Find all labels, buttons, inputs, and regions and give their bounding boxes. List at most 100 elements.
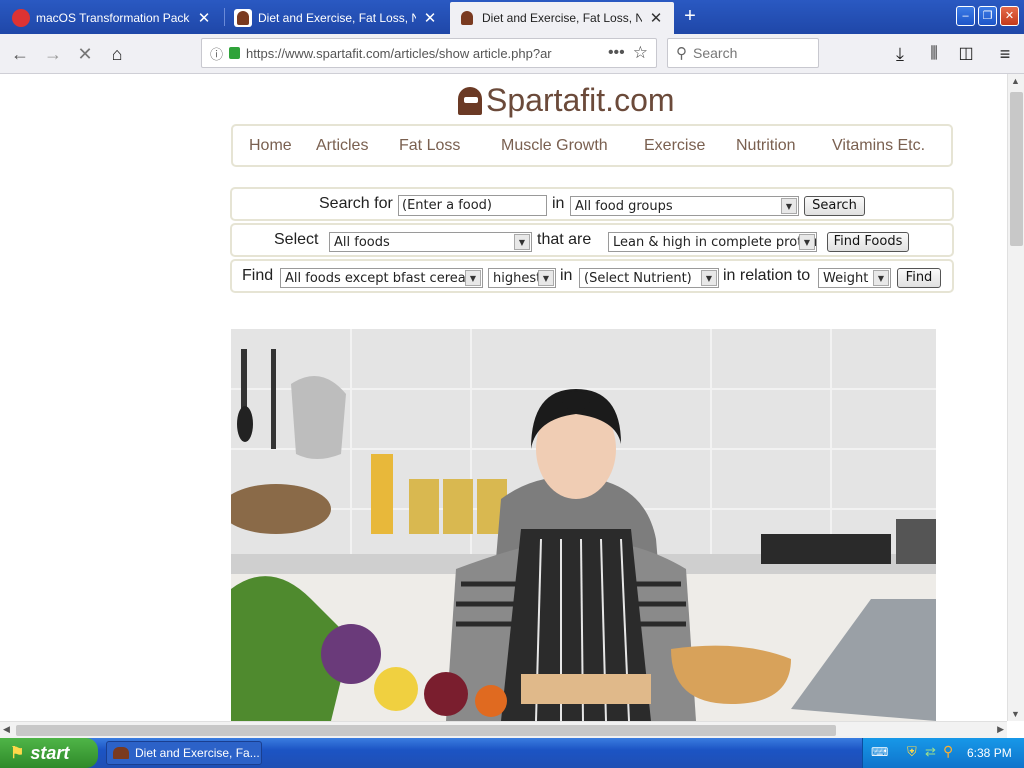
address-bar[interactable]: ⓘ https://www.spartafit.com/articles/sho… bbox=[201, 38, 657, 68]
scroll-left-icon[interactable]: ◀ bbox=[3, 724, 10, 735]
criteria-select[interactable]: Lean & high in complete protein ▼ bbox=[608, 232, 817, 252]
sidebar-icon[interactable]: ◫ bbox=[952, 40, 980, 68]
menu-muscle-growth[interactable]: Muscle Growth bbox=[501, 137, 608, 155]
windows-flag-icon: ⚑ bbox=[10, 745, 25, 762]
search-button[interactable]: Search bbox=[804, 196, 865, 216]
close-icon[interactable]: ✕ bbox=[420, 9, 440, 27]
spartan-helmet-icon bbox=[234, 9, 252, 27]
security-shield-icon[interactable]: ⛨ bbox=[907, 744, 917, 760]
food-search-form: Search for (Enter a food) in All food gr… bbox=[230, 187, 954, 221]
stop-icon[interactable]: ✕ bbox=[71, 40, 99, 68]
tab-title: Diet and Exercise, Fat Loss, Nutrit bbox=[258, 11, 416, 25]
keyboard-icon[interactable]: ⌨ bbox=[871, 745, 888, 759]
scroll-up-icon[interactable]: ▲ bbox=[1011, 76, 1020, 86]
chevron-down-icon: ▼ bbox=[514, 234, 530, 250]
select-label: Select bbox=[274, 231, 319, 248]
download-icon[interactable]: ⤓ bbox=[886, 40, 914, 68]
tab-separator bbox=[224, 8, 225, 26]
maximize-button[interactable]: ❐ bbox=[978, 6, 997, 26]
chevron-down-icon: ▼ bbox=[781, 198, 797, 214]
scope-select[interactable]: All foods except bfast cereals ▼ bbox=[280, 268, 483, 288]
find-label: Find bbox=[242, 267, 274, 284]
chevron-down-icon: ▼ bbox=[538, 270, 554, 286]
network-icon[interactable]: ⇄ bbox=[925, 744, 936, 760]
library-icon[interactable]: ⫼ bbox=[920, 40, 948, 68]
tab-spartafit-1[interactable]: Diet and Exercise, Fat Loss, Nutrit ✕ bbox=[226, 2, 448, 34]
spartan-helmet-icon bbox=[113, 747, 129, 759]
spartan-helmet-icon bbox=[458, 86, 482, 115]
bookmark-star-icon[interactable]: ☆ bbox=[633, 43, 648, 63]
tab-spartafit-active[interactable]: Diet and Exercise, Fat Loss, Nutrit ✕ bbox=[450, 2, 674, 34]
select-value: All food groups bbox=[575, 199, 673, 214]
taskbar-item-label: Diet and Exercise, Fa... bbox=[135, 746, 260, 760]
menu-fat-loss[interactable]: Fat Loss bbox=[399, 137, 460, 155]
new-tab-button[interactable]: + bbox=[676, 4, 704, 30]
hero-image bbox=[231, 329, 936, 721]
search-placeholder: Search bbox=[693, 45, 738, 61]
menu-exercise[interactable]: Exercise bbox=[644, 137, 705, 155]
start-label: start bbox=[30, 742, 70, 763]
select-value: highest bbox=[493, 271, 542, 286]
menu-icon[interactable]: ≡ bbox=[991, 40, 1019, 68]
select-value: (Select Nutrient) bbox=[584, 271, 692, 286]
close-icon[interactable]: ✕ bbox=[646, 9, 666, 27]
find-foods-button[interactable]: Find Foods bbox=[827, 232, 909, 252]
chevron-down-icon: ▼ bbox=[465, 270, 481, 286]
page-actions-icon[interactable]: ••• bbox=[608, 44, 625, 62]
red-app-icon bbox=[12, 9, 30, 27]
vertical-scrollbar[interactable]: ▲ ▼ bbox=[1007, 74, 1024, 721]
horizontal-scroll-thumb[interactable] bbox=[16, 725, 836, 736]
search-for-label: Search for bbox=[319, 195, 393, 212]
search-tray-icon[interactable]: ⚲ bbox=[943, 743, 953, 760]
scroll-right-icon[interactable]: ▶ bbox=[997, 724, 1004, 735]
basis-select[interactable]: Weight ▼ bbox=[818, 268, 891, 288]
main-menu: Home Articles Fat Loss Muscle Growth Exe… bbox=[231, 124, 953, 167]
select-value: All foods bbox=[334, 235, 390, 250]
logo-text: Spartafit.com bbox=[486, 82, 675, 118]
nutrient-select[interactable]: (Select Nutrient) ▼ bbox=[579, 268, 719, 288]
food-select-form: Select All foods ▼ that are Lean & high … bbox=[230, 223, 954, 257]
menu-nutrition[interactable]: Nutrition bbox=[736, 137, 796, 155]
select-value: Weight bbox=[823, 271, 869, 286]
minimize-button[interactable]: – bbox=[956, 6, 975, 26]
window-close-button[interactable]: ✕ bbox=[1000, 6, 1019, 26]
tab-title: macOS Transformation Pack 5.0 | bbox=[36, 11, 190, 25]
back-arrow-icon[interactable]: ← bbox=[6, 40, 34, 68]
find-button[interactable]: Find bbox=[897, 268, 941, 288]
chevron-down-icon: ▼ bbox=[799, 234, 815, 250]
that-are-label: that are bbox=[537, 231, 592, 248]
url-text[interactable]: https://www.spartafit.com/articles/show … bbox=[246, 46, 600, 61]
foods-select[interactable]: All foods ▼ bbox=[329, 232, 532, 252]
home-icon[interactable]: ⌂ bbox=[103, 40, 131, 68]
select-value: Lean & high in complete protein bbox=[613, 235, 817, 250]
scroll-down-icon[interactable]: ▼ bbox=[1011, 709, 1020, 719]
chevron-down-icon: ▼ bbox=[873, 270, 889, 286]
food-search-input[interactable]: (Enter a food) bbox=[398, 195, 547, 216]
start-button[interactable]: ⚑ start bbox=[0, 738, 98, 768]
order-select[interactable]: highest ▼ bbox=[488, 268, 556, 288]
taskbar: ⚑ start Diet and Exercise, Fa... ⌨ ⛨ ⇄ ⚲… bbox=[0, 738, 1024, 768]
system-tray: ⌨ ⛨ ⇄ ⚲ 6:38 PM bbox=[862, 738, 1024, 768]
info-icon[interactable]: ⓘ bbox=[210, 44, 223, 63]
tab-bar: macOS Transformation Pack 5.0 | ✕ Diet a… bbox=[0, 0, 1024, 34]
lock-icon bbox=[229, 47, 241, 59]
menu-vitamins[interactable]: Vitamins Etc. bbox=[832, 137, 925, 155]
menu-articles[interactable]: Articles bbox=[316, 137, 368, 155]
nutrient-find-form: Find All foods except bfast cereals ▼ hi… bbox=[230, 259, 954, 293]
forward-arrow-icon[interactable]: → bbox=[39, 40, 67, 68]
taskbar-item-browser[interactable]: Diet and Exercise, Fa... bbox=[106, 741, 262, 765]
menu-home[interactable]: Home bbox=[249, 137, 292, 155]
search-input[interactable]: ⚲ Search bbox=[667, 38, 819, 68]
food-group-select[interactable]: All food groups ▼ bbox=[570, 196, 799, 216]
page-content: Spartafit.com Home Articles Fat Loss Mus… bbox=[0, 74, 1007, 721]
horizontal-scrollbar[interactable]: ◀ ▶ bbox=[0, 721, 1007, 738]
kitchen-photo bbox=[231, 329, 936, 721]
browser-window: macOS Transformation Pack 5.0 | ✕ Diet a… bbox=[0, 0, 1024, 768]
close-icon[interactable]: ✕ bbox=[194, 9, 214, 27]
clock[interactable]: 6:38 PM bbox=[967, 746, 1012, 760]
vertical-scroll-thumb[interactable] bbox=[1010, 92, 1023, 246]
tab-title: Diet and Exercise, Fat Loss, Nutrit bbox=[482, 11, 642, 25]
site-logo[interactable]: Spartafit.com bbox=[458, 82, 675, 119]
tab-macos-transformation[interactable]: macOS Transformation Pack 5.0 | ✕ bbox=[4, 2, 222, 34]
chevron-down-icon: ▼ bbox=[701, 270, 717, 286]
